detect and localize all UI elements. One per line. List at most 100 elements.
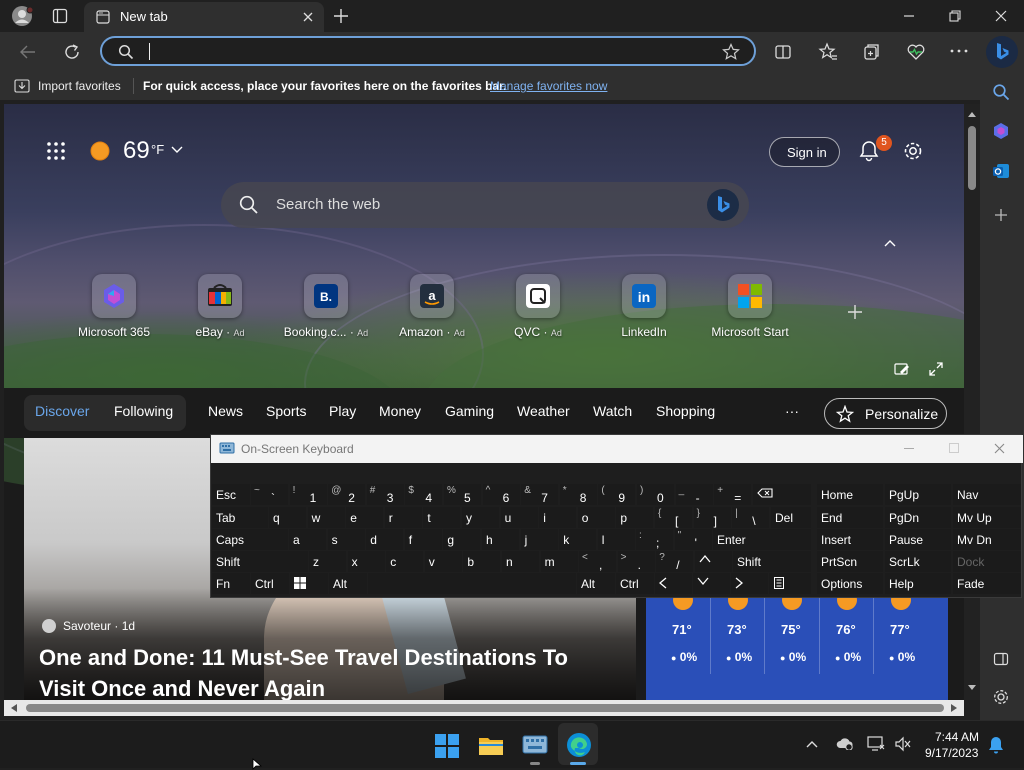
key-letter[interactable]: k [559, 529, 597, 550]
scroll-down-icon[interactable] [967, 684, 977, 692]
key-esc[interactable]: Esc [212, 484, 250, 505]
key-letter[interactable]: a [289, 529, 326, 550]
key-letter[interactable]: z [309, 551, 346, 572]
key-backspace[interactable] [753, 484, 811, 505]
nav-watch[interactable]: Watch [593, 403, 632, 419]
key-scrlk[interactable]: ScrLk [885, 551, 951, 572]
nav-news[interactable]: News [208, 403, 243, 419]
key-nav[interactable]: Nav [953, 484, 1021, 505]
key-letter[interactable]: y [462, 507, 499, 528]
nav-shopping[interactable]: Shopping [656, 403, 715, 419]
key-letter[interactable]: f [404, 529, 442, 550]
key-home[interactable]: Home [817, 484, 883, 505]
edge-browser-icon[interactable] [566, 732, 592, 758]
key-letter[interactable]: s [327, 529, 365, 550]
key-letter[interactable]: b [463, 551, 501, 572]
key-letter[interactable]: o [577, 507, 615, 528]
personalize-button[interactable]: Personalize [824, 398, 947, 429]
web-search-box[interactable]: Search the web [221, 182, 749, 228]
key-letter[interactable]: d [366, 529, 404, 550]
horizontal-scrollbar[interactable] [4, 700, 964, 716]
close-window-icon[interactable] [995, 10, 1007, 22]
key-symbol[interactable]: }] [693, 507, 731, 528]
key-letter[interactable]: l [597, 529, 635, 550]
key-shift-right[interactable]: Shift [733, 551, 811, 572]
start-windows-icon[interactable] [435, 734, 459, 758]
key-letter[interactable]: q [269, 507, 306, 528]
key-row1[interactable]: ~ ` [251, 484, 288, 505]
import-favorites-button[interactable]: Import favorites [38, 79, 121, 93]
scroll-right-icon[interactable] [950, 704, 958, 712]
onedrive-icon[interactable] [836, 736, 854, 750]
more-menu-icon[interactable] [950, 49, 968, 53]
close-tab-icon[interactable] [302, 11, 314, 23]
key-fade[interactable]: Fade [953, 573, 1021, 594]
key-letter[interactable]: g [443, 529, 481, 550]
clock-date[interactable]: 9/17/2023 [925, 746, 978, 760]
weather-temp[interactable]: 69 [123, 137, 150, 165]
key-letter[interactable]: i [539, 507, 577, 528]
browser-essentials-icon[interactable] [906, 42, 926, 62]
osk-minimize-icon[interactable] [904, 448, 914, 449]
restore-window-icon[interactable] [949, 10, 961, 22]
key-row1[interactable]: ) 0 [637, 484, 674, 505]
address-bar[interactable] [100, 36, 756, 66]
nav-weather[interactable]: Weather [517, 403, 570, 419]
scroll-thumb[interactable] [968, 126, 976, 190]
key-ctrl-left[interactable]: Ctrl [251, 573, 289, 594]
key-enter[interactable]: Enter [713, 529, 811, 550]
key-letter[interactable]: w [307, 507, 345, 528]
key-symbol[interactable]: <, [579, 551, 616, 572]
sign-in-button[interactable]: Sign in [769, 137, 840, 167]
key-letter[interactable]: r [384, 507, 422, 528]
bing-chat-icon[interactable] [707, 189, 739, 221]
nav-sports[interactable]: Sports [266, 403, 306, 419]
key-letter[interactable]: j [520, 529, 558, 550]
key-help[interactable]: Help [885, 573, 951, 594]
weather-forecast-card[interactable]: 71° ● 0% 73° ● 0% 75° ● 0% 76° ● 0% 77° ● 0% [646, 584, 948, 700]
manage-favorites-link[interactable]: Manage favorites now [490, 79, 607, 93]
notification-center-bell-icon[interactable] [988, 736, 1004, 754]
key-pause[interactable]: Pause [885, 529, 951, 550]
quick-link-booking[interactable]: B. [304, 274, 348, 318]
show-hidden-icons-chevron[interactable] [806, 740, 818, 748]
key-symbol[interactable]: :; [636, 529, 673, 550]
network-icon[interactable] [867, 736, 885, 752]
key-symbol[interactable]: ? / [656, 551, 694, 572]
on-screen-keyboard-taskbar-icon[interactable] [522, 733, 548, 757]
key-caps[interactable]: Caps [212, 529, 288, 550]
add-sidebar-app-icon[interactable] [994, 208, 1008, 222]
key-move-down[interactable]: Mv Dn [953, 529, 1021, 550]
key-ctrl-right[interactable]: Ctrl [616, 573, 654, 594]
key-letter[interactable]: e [346, 507, 384, 528]
key-pgdn[interactable]: PgDn [885, 507, 951, 528]
key-symbol[interactable]: | \ [732, 507, 770, 528]
key-letter[interactable]: h [482, 529, 519, 550]
nav-play[interactable]: Play [329, 403, 356, 419]
add-favorite-icon[interactable] [722, 43, 740, 61]
key-end[interactable]: End [817, 507, 883, 528]
edit-background-icon[interactable] [894, 362, 910, 376]
key-options[interactable]: Options [817, 573, 883, 594]
key-letter[interactable]: c [386, 551, 424, 572]
expand-icon[interactable] [929, 362, 943, 376]
key-letter[interactable]: p [616, 507, 654, 528]
chevron-down-icon[interactable] [171, 146, 183, 154]
profile-avatar[interactable] [10, 5, 34, 27]
key-symbol[interactable]: {[ [655, 507, 692, 528]
osk-maximize-icon[interactable] [949, 443, 959, 453]
volume-muted-icon[interactable] [894, 736, 912, 752]
key-symbol[interactable]: >. [617, 551, 655, 572]
nav-more[interactable]: ··· [785, 403, 799, 419]
key-menu[interactable] [769, 573, 811, 594]
favorites-icon[interactable] [818, 42, 838, 62]
osk-close-icon[interactable] [994, 443, 1005, 454]
key-space[interactable] [368, 573, 576, 594]
page-scrollbar[interactable] [964, 104, 980, 700]
nav-money[interactable]: Money [379, 403, 421, 419]
key-letter[interactable]: m [540, 551, 578, 572]
key-row1[interactable]: * 8 [559, 484, 597, 505]
key-prtscn[interactable]: PrtScn [817, 551, 883, 572]
key-arrow-left[interactable] [655, 573, 692, 594]
tab-new-tab[interactable]: New tab [84, 2, 324, 32]
